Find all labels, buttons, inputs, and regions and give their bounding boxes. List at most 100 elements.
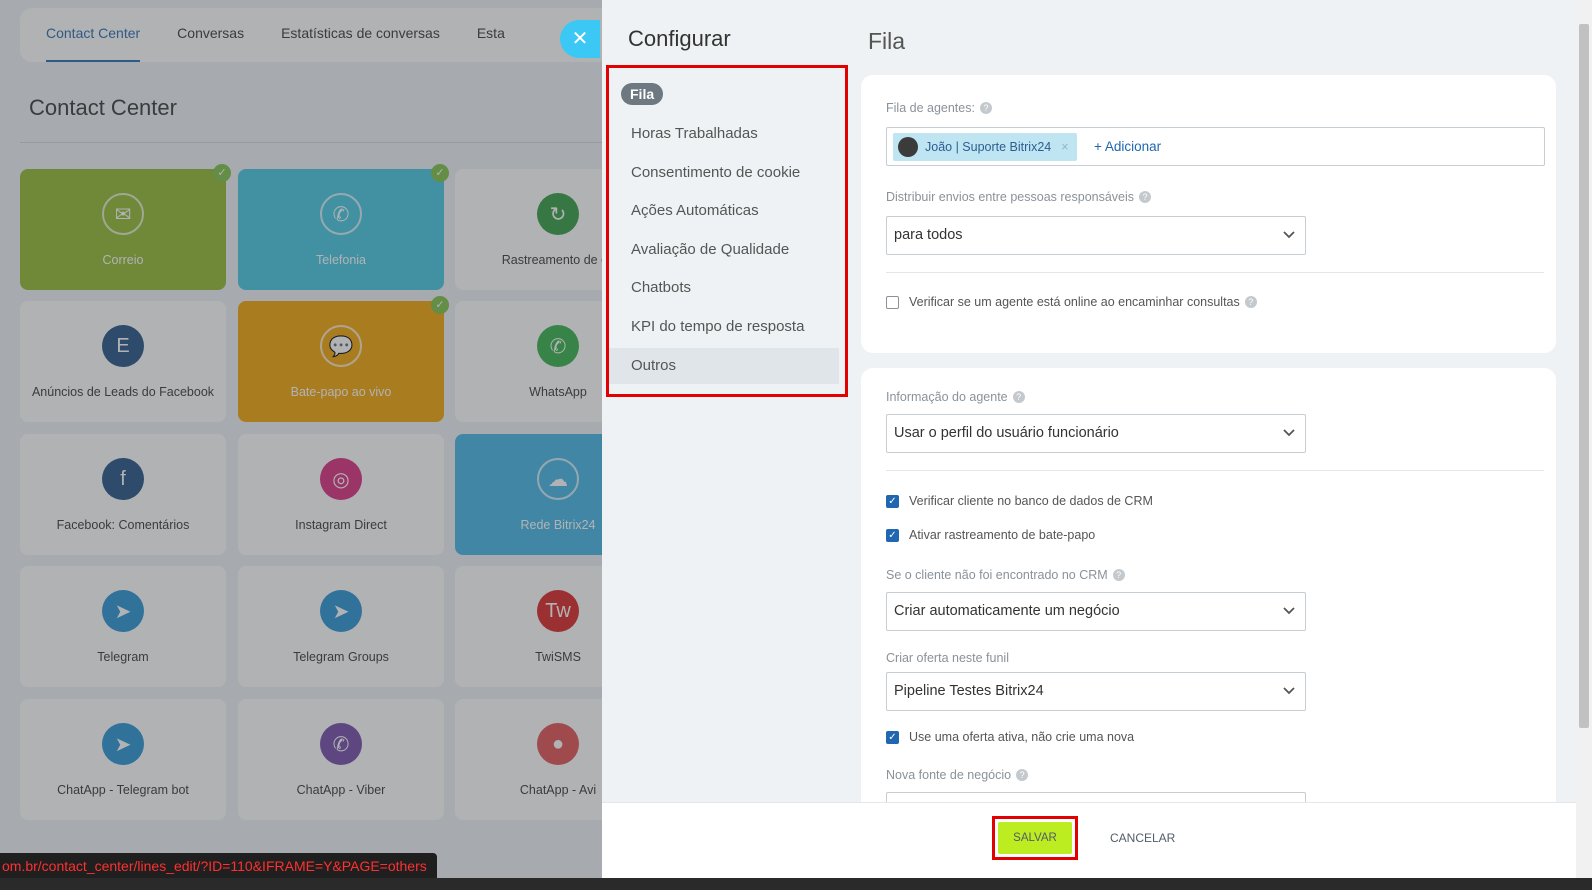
tab-conversas[interactable]: Conversas (177, 8, 244, 62)
nav-item-chatbots[interactable]: Chatbots (631, 279, 691, 296)
settings-panel: Configurar Fila Horas Trabalhadas Consen… (602, 0, 1576, 878)
tile-label: ChatApp - Avi (519, 783, 597, 797)
agent-tag[interactable]: João | Suporte Bitrix24 × (893, 133, 1077, 161)
nav-item-cookie[interactable]: Consentimento de cookie (631, 164, 800, 181)
scrollbar[interactable] (1576, 0, 1592, 878)
phone-icon: ✆ (320, 193, 362, 235)
checkbox-box[interactable] (886, 295, 899, 309)
live-chat-icon: 💬 (320, 325, 362, 367)
tab-contact-center[interactable]: Contact Center (46, 8, 141, 62)
tile-label: Rede Bitrix24 (520, 518, 596, 532)
call-tracking-icon: ↻ (537, 193, 579, 235)
connector-tile[interactable]: ➤ ChatApp - Telegram bot (20, 699, 226, 820)
queue-label: Fila de agentes:? (886, 101, 992, 115)
tab-esta[interactable]: Esta (477, 8, 505, 62)
check-crm-checkbox[interactable]: ✓ Verificar cliente no banco de dados de… (886, 494, 1153, 508)
funnel-select[interactable]: Pipeline Testes Bitrix24 (886, 672, 1306, 711)
tile-label: Anúncios de Leads do Facebook (31, 385, 215, 399)
connector-tile[interactable]: E Anúncios de Leads do Facebook (20, 301, 226, 422)
nav-item-avaliacao[interactable]: Avaliação de Qualidade (631, 241, 789, 258)
nav-item-outros[interactable]: Outros (609, 348, 839, 384)
check-online-checkbox[interactable]: Verificar se um agente está online ao en… (886, 295, 1257, 309)
help-icon[interactable]: ? (979, 102, 992, 114)
queue-card: Fila de agentes:? João | Suporte Bitrix2… (861, 75, 1556, 353)
facebook-leads-icon: E (102, 325, 144, 367)
help-icon[interactable]: ? (1016, 769, 1029, 781)
help-icon[interactable]: ? (1012, 391, 1025, 403)
tile-label: ChatApp - Telegram bot (57, 783, 189, 797)
connector-tile[interactable]: ↻ Rastreamento de ch (455, 169, 602, 290)
status-bar-url: om.br/contact_center/lines_edit/?ID=110&… (0, 853, 437, 879)
scrollbar-thumb[interactable] (1579, 24, 1589, 728)
check-icon: ✓ (213, 164, 231, 182)
tracking-checkbox[interactable]: ✓ Ativar rastreamento de bate-papo (886, 528, 1095, 542)
divider (886, 470, 1544, 471)
tile-label: Facebook: Comentários (56, 518, 190, 532)
check-icon: ✓ (431, 164, 449, 182)
connector-tile[interactable]: ✆ Telefonia ✓ (238, 164, 449, 290)
page-title: Contact Center (29, 95, 177, 120)
save-button[interactable]: SALVAR (998, 822, 1072, 854)
cloud-icon: ☁ (537, 458, 579, 500)
telegram-icon: ➤ (102, 590, 144, 632)
checkbox-checked[interactable]: ✓ (886, 494, 899, 508)
divider (20, 142, 602, 143)
agent-info-card: Informação do agente? Usar o perfil do u… (861, 368, 1556, 831)
checkbox-checked[interactable]: ✓ (886, 528, 899, 542)
instagram-icon: ◎ (320, 458, 362, 500)
distribute-label: Distribuir envios entre pessoas responsá… (886, 190, 1152, 204)
tab-estatisticas[interactable]: Estatísticas de conversas (281, 8, 440, 62)
tile-label: Instagram Direct (295, 518, 387, 532)
help-icon[interactable]: ? (1112, 569, 1125, 581)
taskbar-strip (0, 878, 1592, 890)
nav-item-horas[interactable]: Horas Trabalhadas (631, 125, 758, 142)
save-highlight: SALVAR (992, 816, 1078, 860)
not-found-select[interactable]: Criar automaticamente um negócio (886, 592, 1306, 631)
help-icon[interactable]: ? (1139, 191, 1152, 203)
connector-tile[interactable]: ◎ Instagram Direct (238, 434, 444, 555)
divider (886, 272, 1544, 273)
connector-tile[interactable]: Tw TwiSMS (455, 566, 602, 687)
viber-icon: ✆ (320, 723, 362, 765)
tile-label: Rastreamento de ch (501, 253, 602, 267)
settings-nav: Fila Horas Trabalhadas Consentimento de … (606, 65, 848, 397)
connector-tile[interactable]: ● ChatApp - Avi (455, 699, 602, 820)
top-tabs: Contact Center Conversas Estatísticas de… (20, 8, 602, 62)
nav-item-acoes[interactable]: Ações Automáticas (631, 202, 759, 219)
chevron-down-icon (1283, 687, 1295, 695)
connector-tile[interactable]: ☁ Rede Bitrix24 (455, 434, 602, 555)
remove-tag-icon[interactable]: × (1061, 140, 1068, 154)
distribute-select[interactable]: para todos (886, 216, 1306, 255)
help-icon[interactable]: ? (1244, 296, 1257, 308)
tile-label: Telegram (97, 650, 149, 664)
agent-queue-field[interactable]: João | Suporte Bitrix24 × + Adicionar (886, 127, 1545, 166)
avatar (898, 137, 918, 157)
connector-tile[interactable]: ➤ Telegram (20, 566, 226, 687)
tile-label: Telegram Groups (293, 650, 389, 664)
connector-tile[interactable]: ✆ ChatApp - Viber (238, 699, 444, 820)
source-label: Nova fonte de negócio? (886, 768, 1029, 782)
tile-label: WhatsApp (529, 385, 587, 399)
tile-label: TwiSMS (535, 650, 581, 664)
tile-label: Bate-papo ao vivo (290, 385, 392, 399)
nav-item-kpi[interactable]: KPI do tempo de resposta (631, 318, 804, 335)
connector-tile[interactable]: ✉ Correio ✓ (20, 164, 231, 290)
cancel-button[interactable]: CANCELAR (1110, 831, 1175, 845)
checkbox-checked[interactable]: ✓ (886, 730, 899, 744)
add-agent-link[interactable]: + Adicionar (1094, 139, 1161, 154)
close-slider-button[interactable]: ✕ (560, 20, 600, 58)
connector-tile[interactable]: f Facebook: Comentários (20, 434, 226, 555)
chevron-down-icon (1283, 607, 1295, 615)
connector-tile[interactable]: ✆ WhatsApp (455, 301, 602, 422)
not-found-label: Se o cliente não foi encontrado no CRM? (886, 568, 1125, 582)
mail-icon: ✉ (102, 193, 144, 235)
connector-tile[interactable]: ➤ Telegram Groups (238, 566, 444, 687)
connector-tile[interactable]: 💬 Bate-papo ao vivo ✓ (238, 296, 449, 422)
active-offer-checkbox[interactable]: ✓ Use uma oferta ativa, não crie uma nov… (886, 730, 1134, 744)
telegram-groups-icon: ➤ (320, 590, 362, 632)
nav-item-fila[interactable]: Fila (621, 83, 664, 105)
tile-label: Correio (102, 253, 144, 267)
agent-info-select[interactable]: Usar o perfil do usuário funcionário (886, 414, 1306, 453)
close-icon: ✕ (571, 28, 589, 50)
chevron-down-icon (1283, 429, 1295, 437)
